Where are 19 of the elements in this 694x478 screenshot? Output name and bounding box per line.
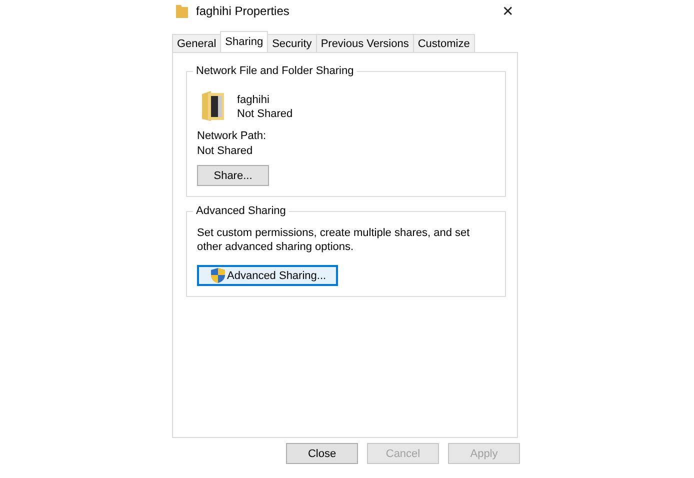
close-button[interactable]: ✕ bbox=[498, 2, 518, 18]
network-path: Not Shared bbox=[197, 145, 254, 157]
folder-name: faghihi bbox=[237, 94, 270, 106]
shield-icon bbox=[211, 268, 225, 283]
description-text: Set custom permissions, create multiple shares, and set other advanced sharing options. bbox=[197, 226, 471, 254]
tab[interactable]: Customize bbox=[412, 34, 475, 52]
network-path-label: Network Path: bbox=[197, 130, 268, 142]
share-button[interactable]: Share... bbox=[197, 165, 269, 186]
folder-icon bbox=[176, 4, 188, 18]
share-status: Not Shared bbox=[237, 108, 293, 120]
tab[interactable]: General bbox=[172, 34, 222, 52]
tab[interactable]: Security bbox=[267, 34, 317, 52]
advanced-sharing-button[interactable]: Advanced Sharing... bbox=[197, 265, 338, 286]
folder-icon bbox=[201, 90, 227, 122]
tab[interactable]: Previous Versions bbox=[316, 34, 414, 52]
window-title: faghihi Properties bbox=[196, 4, 290, 18]
dialog-button[interactable]: Close bbox=[286, 443, 358, 464]
group-title: Network File and Folder Sharing bbox=[193, 65, 357, 77]
group-title: Advanced Sharing bbox=[193, 205, 289, 217]
